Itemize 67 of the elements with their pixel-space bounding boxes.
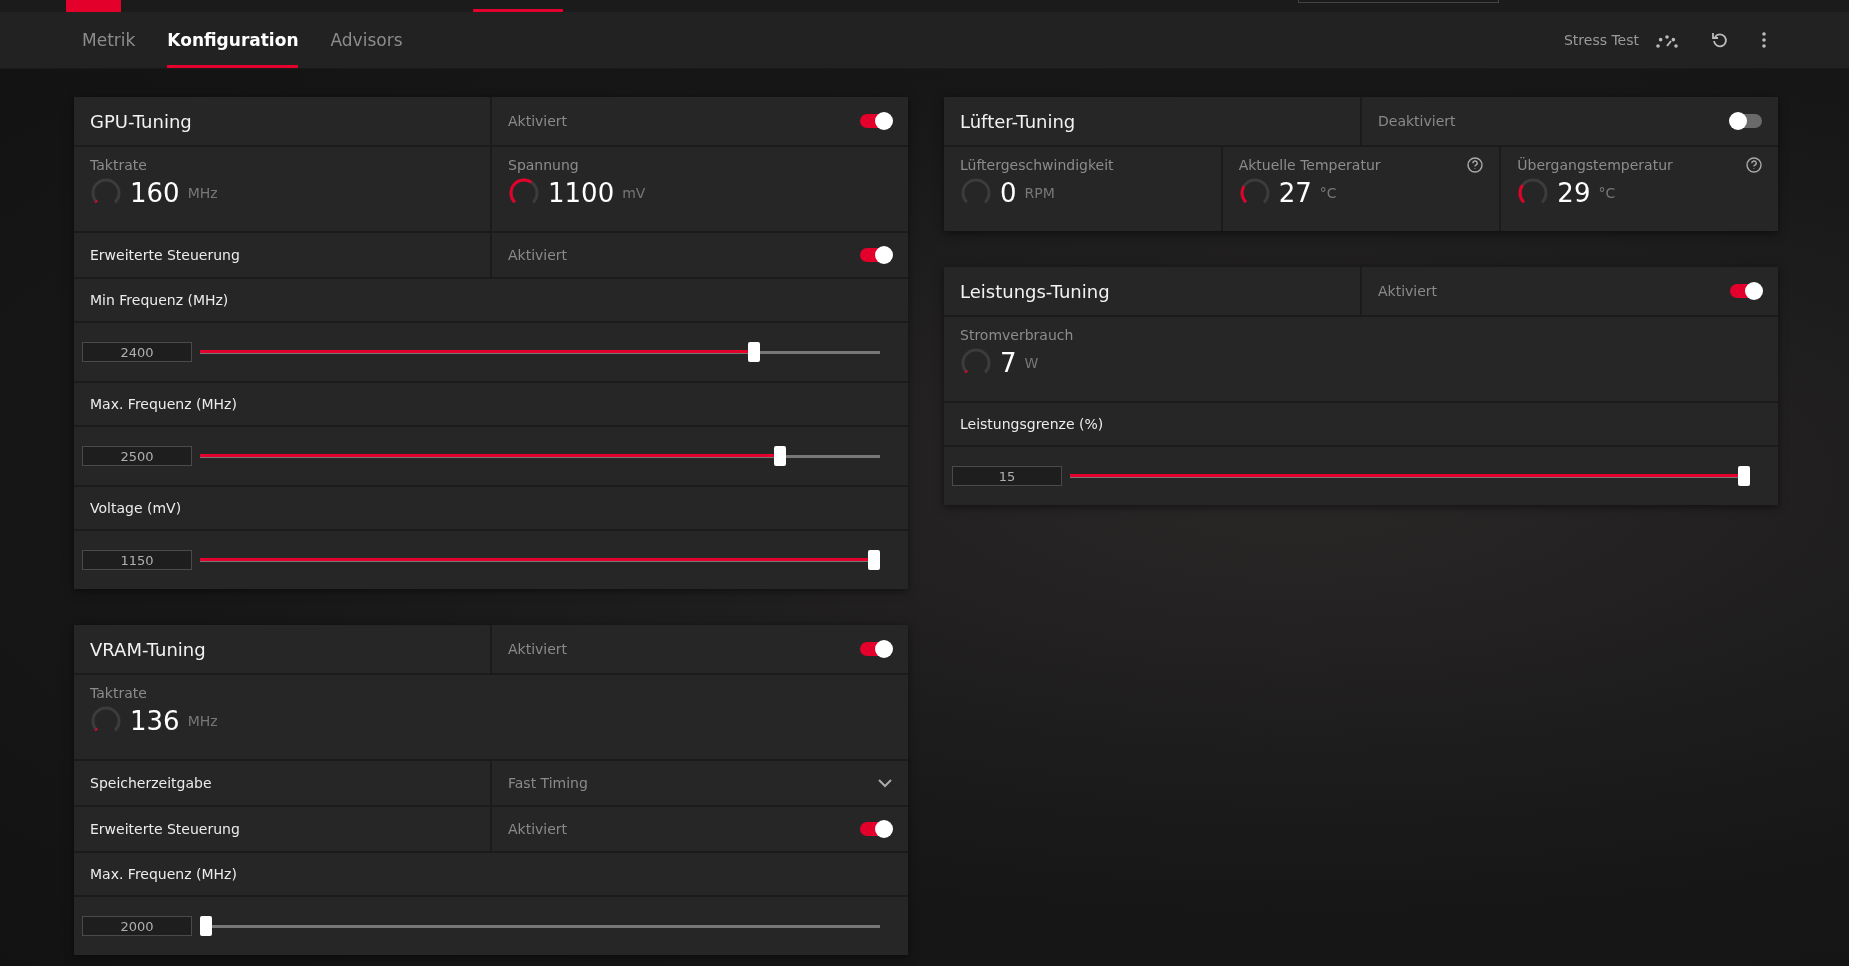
metric-label: Übergangstemperatur [1517, 157, 1673, 173]
metric-value: 160 [130, 178, 180, 208]
metric-unit: mV [622, 185, 646, 201]
toggle-switch[interactable] [860, 822, 892, 836]
slider-thumb[interactable] [200, 916, 212, 936]
metric-value: 29 [1557, 178, 1591, 208]
toggle-switch[interactable] [1730, 284, 1762, 298]
setting-label: Speicherzeitgabe [90, 775, 212, 791]
stress-test-label[interactable]: Stress Test [1563, 32, 1639, 48]
chevron-down-icon [878, 778, 892, 788]
metric-unit: MHz [187, 713, 218, 729]
metric-label: Stromverbrauch [960, 327, 1074, 343]
panel-title: VRAM-Tuning [90, 638, 206, 660]
status-text: Aktiviert [508, 247, 568, 263]
setting-label: Leistungsgrenze (%) [960, 416, 1104, 432]
metric-value: 27 [1278, 178, 1312, 208]
more-icon[interactable] [1761, 31, 1767, 49]
slider-thumb[interactable] [774, 446, 787, 466]
status-text: Aktiviert [508, 821, 568, 837]
value-field[interactable]: 2500 [82, 446, 192, 466]
metric-label: Aktuelle Temperatur [1238, 157, 1381, 173]
toggle-switch[interactable] [1730, 114, 1762, 128]
metric-value: 1100 [548, 178, 615, 208]
metric-value: 136 [130, 706, 180, 736]
status-text: Deaktiviert [1378, 113, 1456, 129]
gauge-icon[interactable] [1655, 32, 1679, 48]
setting-label: Erweiterte Steuerung [90, 247, 240, 263]
help-icon[interactable] [1746, 157, 1762, 173]
panel-title: Leistungs-Tuning [960, 280, 1110, 302]
metric-label: Taktrate [90, 685, 147, 701]
metric-unit: MHz [187, 185, 218, 201]
panel-title: Lüfter-Tuning [960, 110, 1076, 132]
setting-label: Max. Frequenz (MHz) [90, 866, 237, 882]
status-text: Aktiviert [508, 641, 568, 657]
nav-tab[interactable]: Metrik [82, 12, 136, 68]
value-field[interactable]: 15 [952, 466, 1062, 486]
metric-label: Spannung [508, 157, 579, 173]
toggle-switch[interactable] [860, 642, 892, 656]
help-icon[interactable] [1467, 157, 1484, 173]
metric-value: 7 [1000, 348, 1017, 378]
nav-tab[interactable]: Advisors [330, 12, 403, 68]
setting-label: Erweiterte Steuerung [90, 821, 240, 837]
setting-label: Voltage (mV) [90, 500, 182, 516]
metric-label: Lüftergeschwindigkeit [960, 157, 1114, 173]
setting-label: Max. Frequenz (MHz) [90, 396, 237, 412]
metric-unit: °C [1319, 185, 1337, 201]
metric-unit: W [1024, 355, 1039, 371]
status-text: Aktiviert [1378, 283, 1438, 299]
setting-label: Min Frequenz (MHz) [90, 292, 229, 308]
panel-title: GPU-Tuning [90, 110, 192, 132]
metric-value: 0 [1000, 178, 1017, 208]
slider-thumb[interactable] [868, 550, 880, 570]
value-field[interactable]: 1150 [82, 550, 192, 570]
accent-bar [66, 0, 121, 12]
toggle-switch[interactable] [860, 248, 892, 262]
status-text: Aktiviert [508, 113, 568, 129]
metric-unit: °C [1598, 185, 1616, 201]
slider-thumb[interactable] [747, 342, 760, 362]
metric-unit: RPM [1024, 185, 1055, 201]
metric-label: Taktrate [90, 157, 147, 173]
value-field[interactable]: 2400 [82, 342, 192, 362]
slider-thumb[interactable] [1738, 466, 1750, 486]
dropdown[interactable]: Fast Timing [492, 761, 908, 805]
nav-tab[interactable]: Konfiguration [167, 12, 299, 68]
toggle-switch[interactable] [860, 114, 892, 128]
reset-icon[interactable] [1711, 31, 1729, 49]
value-field[interactable]: 2000 [82, 916, 192, 936]
